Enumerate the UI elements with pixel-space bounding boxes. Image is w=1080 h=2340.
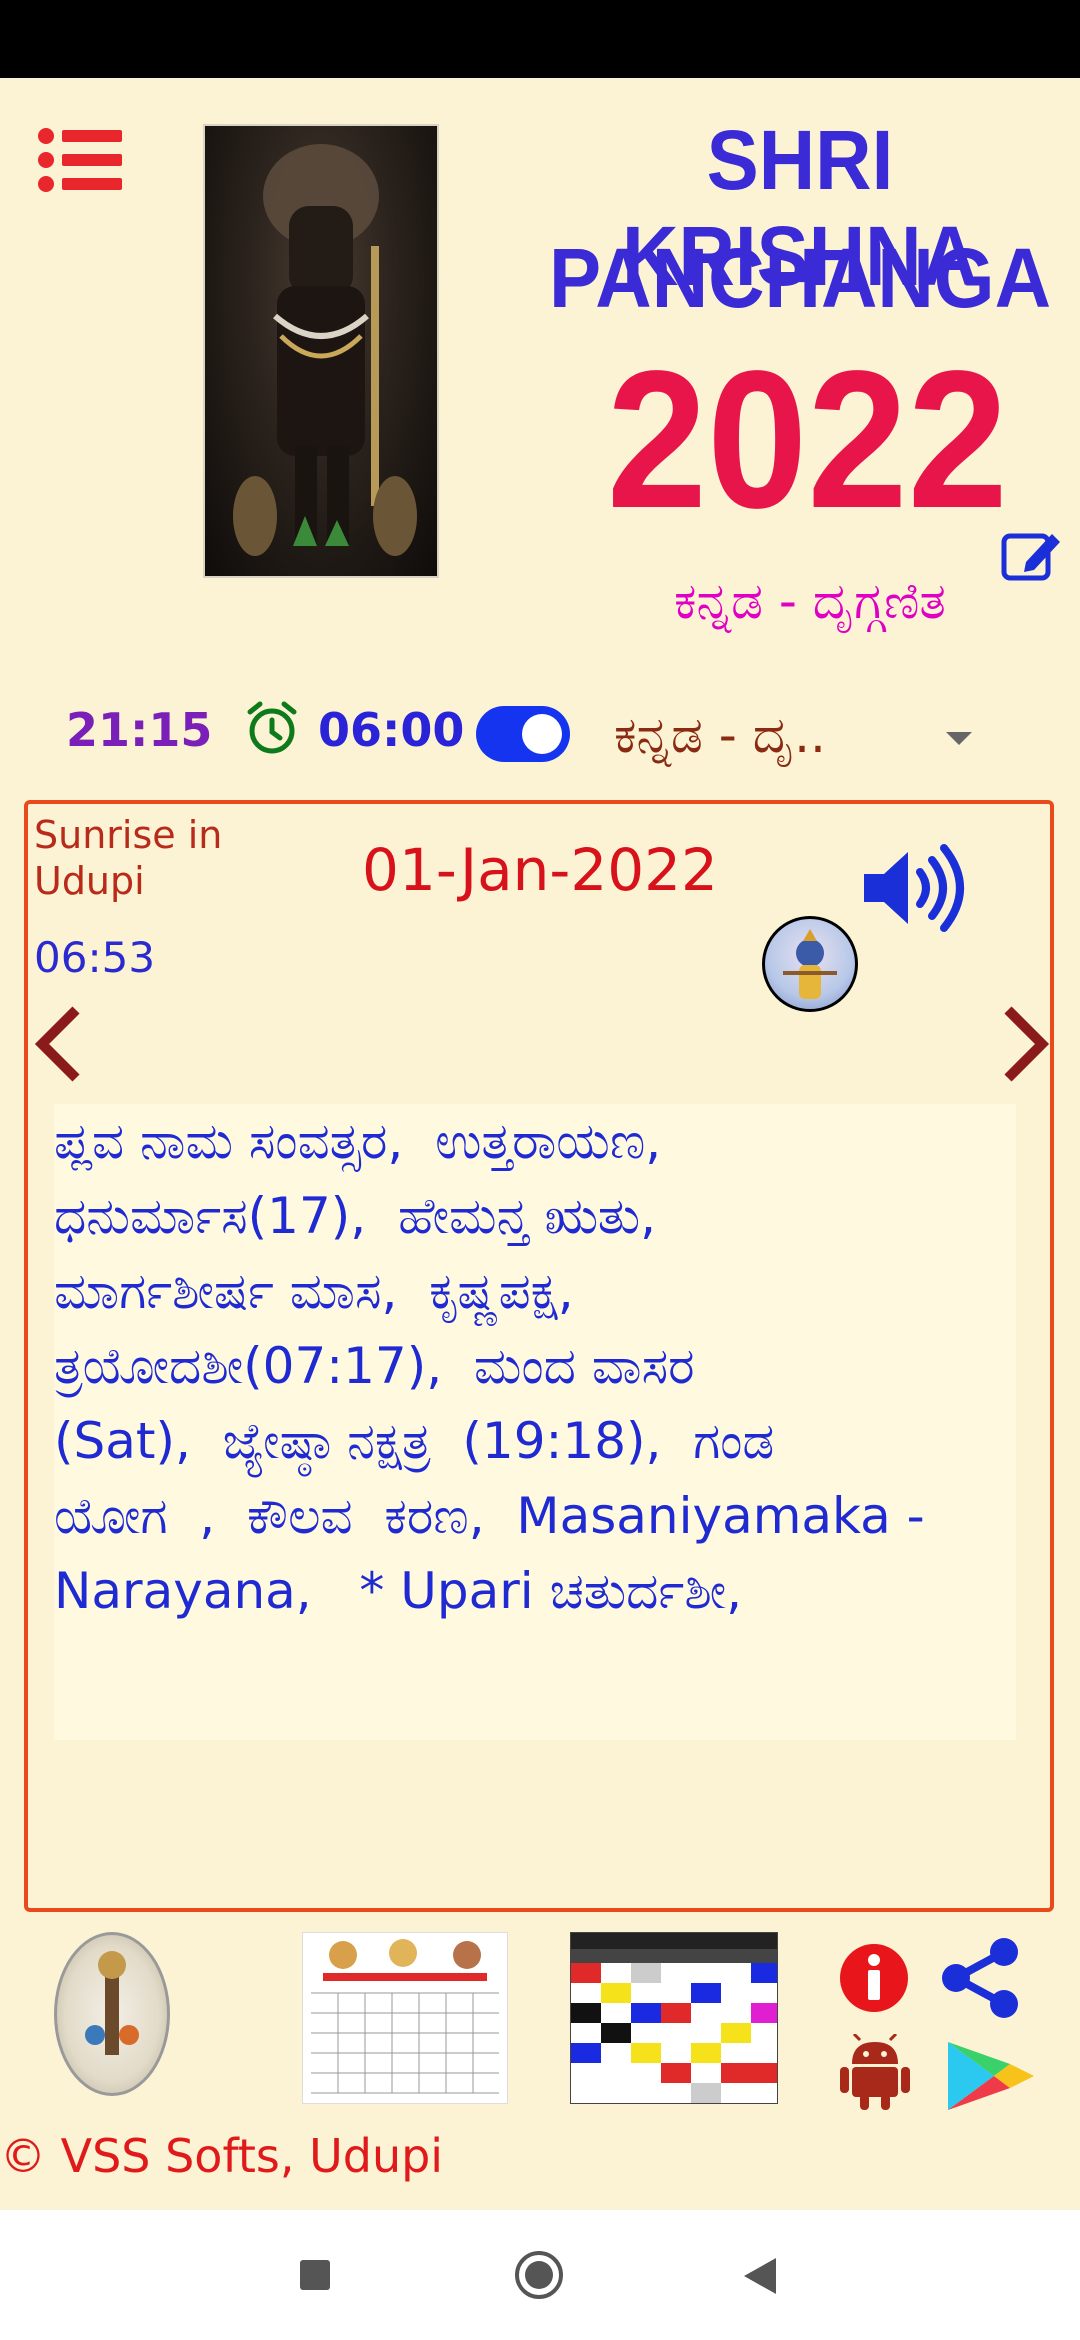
language-dropdown-value: ಕನ್ನಡ - ದೃ.. xyxy=(614,706,826,764)
year-title: 2022 xyxy=(606,330,1008,549)
status-bar xyxy=(0,0,1080,78)
next-day-arrow[interactable] xyxy=(998,1004,1054,1084)
deity-image xyxy=(203,124,439,578)
app-title-line2: PANCHANGA xyxy=(549,231,1051,325)
back-icon[interactable] xyxy=(742,2256,778,2296)
krishna-avatar[interactable] xyxy=(762,916,858,1012)
recent-apps-icon[interactable] xyxy=(300,2260,330,2290)
language-dropdown[interactable]: ಕನ್ನಡ - ದೃ.. xyxy=(614,702,994,768)
previous-day-arrow[interactable] xyxy=(30,1004,86,1084)
month-view-thumbnail[interactable] xyxy=(570,1932,778,2104)
current-time: 21:15 xyxy=(66,703,213,757)
android-icon[interactable] xyxy=(840,2032,910,2110)
panchanga-details: ಪ್ಲವ ನಾಮ ಸಂವತ್ಸರ, ಉತ್ತರಾಯಣ, ಧನುರ್ಮಾಸ(17)… xyxy=(54,1112,925,1620)
speaker-icon[interactable] xyxy=(858,840,970,936)
calendar-thumbnail[interactable] xyxy=(302,1932,508,2104)
chevron-down-icon xyxy=(946,732,972,745)
share-icon[interactable] xyxy=(936,1934,1024,2022)
toggle-knob xyxy=(522,714,562,754)
menu-list-icon[interactable] xyxy=(38,124,122,192)
organization-logo[interactable] xyxy=(54,1932,170,2096)
sunrise-label: Sunrise in Udupi xyxy=(34,813,223,903)
alarm-time[interactable]: 06:00 xyxy=(318,700,464,760)
alarm-clock-icon[interactable] xyxy=(244,700,300,756)
home-icon[interactable] xyxy=(514,2250,564,2300)
language-subtitle: ಕನ್ನಡ - ದೃಗ್ಗಣಿತ xyxy=(674,572,946,630)
copyright-text: © VSS Softs, Udupi xyxy=(0,2129,444,2183)
info-icon[interactable] xyxy=(838,1942,910,2014)
alarm-toggle[interactable] xyxy=(476,706,570,762)
play-store-icon[interactable] xyxy=(944,2040,1038,2112)
selected-date[interactable]: 01-Jan-2022 xyxy=(300,830,780,910)
sunrise-time: 06:53 xyxy=(34,933,156,982)
